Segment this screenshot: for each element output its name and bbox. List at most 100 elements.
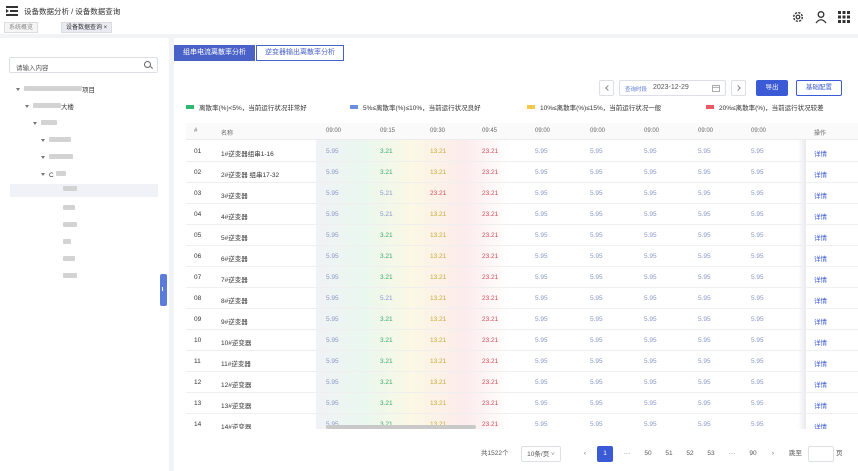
tree-node-level3a[interactable] <box>41 135 71 148</box>
detail-link[interactable]: 详情 <box>814 337 827 347</box>
tree-leaf[interactable] <box>63 254 75 267</box>
detail-link[interactable]: 详情 <box>814 358 827 368</box>
alarm-warning-button[interactable]: 预警 (0) <box>623 9 672 24</box>
tree-node-project[interactable]: 项目 <box>16 84 95 97</box>
search-icon[interactable] <box>144 61 151 68</box>
next-date-button[interactable] <box>731 80 746 96</box>
dispersion-value: 23.21 <box>482 148 499 155</box>
detail-link[interactable]: 详情 <box>814 379 827 389</box>
table-row: 12 12#逆变器 5.95 3.21 13.21 23.21 5.95 5.95 5.95 5.… <box>186 372 858 393</box>
dispersion-value: 5.95 <box>698 169 711 176</box>
tree-node-level3b[interactable] <box>41 152 73 165</box>
dispersion-value: 5.95 <box>590 253 603 260</box>
top-bar: 设备数据分析 / 设备数据查询 系统概览 设备数据查询 × 事故 (0) 报警 … <box>0 0 858 34</box>
tree-node-selected[interactable] <box>10 184 158 197</box>
dispersion-value: 5.95 <box>751 295 764 302</box>
detail-link[interactable]: 详情 <box>814 421 827 429</box>
page-53-button[interactable]: 53 <box>702 446 720 462</box>
device-name: 12#逆变器 <box>221 382 252 389</box>
next-page-button[interactable]: › <box>766 446 780 462</box>
sidebar-collapse-handle[interactable] <box>160 274 167 306</box>
dispersion-value: 13.21 <box>430 253 447 260</box>
device-name: 13#逆变器 <box>221 403 252 410</box>
page-size-select[interactable]: 10条/页 ˅ <box>521 446 561 462</box>
dispersion-value: 5.95 <box>326 169 339 176</box>
page-ellipsis[interactable]: ··· <box>618 446 636 462</box>
dispersion-value: 5.95 <box>590 148 603 155</box>
dispersion-value: 23.21 <box>482 400 499 407</box>
row-index: 05 <box>194 232 202 239</box>
row-index: 13 <box>194 400 202 407</box>
tab-inverter-output-dispersion[interactable]: 逆变器输出离散率分析 <box>256 45 344 61</box>
prev-date-button[interactable] <box>599 80 614 96</box>
dispersion-value: 5.95 <box>535 358 548 365</box>
page-51-button[interactable]: 51 <box>660 446 678 462</box>
row-index: 01 <box>194 148 202 155</box>
row-index: 10 <box>194 337 202 344</box>
dispersion-value: 23.21 <box>430 190 447 197</box>
tree-leaf[interactable] <box>63 220 77 233</box>
dispersion-value: 23.21 <box>482 274 499 281</box>
prev-page-button[interactable]: ‹ <box>578 446 592 462</box>
column-header: 09:00 <box>698 128 714 134</box>
grid-apps-icon[interactable] <box>837 10 851 24</box>
breadcrumb: 设备数据分析 / 设备数据查询 <box>24 7 121 16</box>
dispersion-value: 23.21 <box>482 169 499 176</box>
tree-leaf[interactable] <box>63 203 75 216</box>
user-icon[interactable] <box>814 10 828 24</box>
dispersion-value: 3.21 <box>380 316 393 323</box>
detail-link[interactable]: 详情 <box>814 148 827 158</box>
horizontal-scrollbar[interactable] <box>326 425 476 429</box>
detail-link[interactable]: 详情 <box>814 211 827 221</box>
dispersion-value: 5.95 <box>698 274 711 281</box>
dispersion-value: 5.95 <box>698 337 711 344</box>
dispersion-value: 5.21 <box>380 295 393 302</box>
tree-node-building[interactable]: 大楼 <box>25 101 74 114</box>
tab-system-overview[interactable]: 系统概览 <box>4 22 39 33</box>
export-button[interactable]: 导出 <box>756 80 788 96</box>
column-header: 09:30 <box>430 128 446 134</box>
detail-link[interactable]: 详情 <box>814 400 827 410</box>
detail-link[interactable]: 详情 <box>814 253 827 263</box>
page-50-button[interactable]: 50 <box>639 446 657 462</box>
column-header: 09:45 <box>482 128 498 134</box>
bell-icon <box>631 13 636 19</box>
tab-device-data-query[interactable]: 设备数据查询 × <box>61 22 113 33</box>
dispersion-value: 5.95 <box>326 337 339 344</box>
alarm-other-button[interactable]: 其他 (0) <box>735 9 784 24</box>
tab-string-current-dispersion[interactable]: 组串电流离散率分析 <box>174 45 255 61</box>
column-header: # <box>194 128 198 134</box>
tree-leaf[interactable] <box>63 237 71 250</box>
dispersion-value: 5.95 <box>644 274 657 281</box>
detail-link[interactable]: 详情 <box>814 169 827 179</box>
dispersion-value: 5.95 <box>590 169 603 176</box>
page-90-button[interactable]: 90 <box>744 446 762 462</box>
dispersion-value: 5.95 <box>751 169 764 176</box>
search-input[interactable]: 请输入内容 <box>9 57 158 73</box>
basic-config-button[interactable]: 基础配置 <box>796 80 842 96</box>
dispersion-value: 5.95 <box>535 253 548 260</box>
alarm-accident-button[interactable]: 事故 (0) <box>511 9 560 24</box>
gear-icon[interactable] <box>791 10 805 24</box>
detail-link[interactable]: 详情 <box>814 274 827 284</box>
jump-page-input[interactable] <box>808 446 834 462</box>
page-52-button[interactable]: 52 <box>681 446 699 462</box>
row-index: 12 <box>194 379 202 386</box>
date-picker[interactable]: 查询时段 2023-12-29 <box>619 80 726 96</box>
detail-link[interactable]: 详情 <box>814 190 827 200</box>
alarm-normal-button[interactable]: 一般 (0) <box>679 9 728 24</box>
tree-leaf[interactable] <box>63 271 77 284</box>
dispersion-value: 13.21 <box>430 316 447 323</box>
device-name: 14#逆变器 <box>221 424 252 429</box>
tree-node-c[interactable]: C <box>41 169 66 182</box>
page-1-button[interactable]: 1 <box>597 446 613 462</box>
detail-link[interactable]: 详情 <box>814 316 827 326</box>
detail-link[interactable]: 详情 <box>814 232 827 242</box>
tree-node-level2[interactable] <box>33 118 57 131</box>
page-ellipsis[interactable]: ··· <box>723 446 741 462</box>
detail-link[interactable]: 详情 <box>814 295 827 305</box>
menu-toggle-icon[interactable] <box>6 6 18 16</box>
table-row: 1414#逆变器5.953.2113.2123.215.955.955.955.… <box>186 414 858 429</box>
alarm-alarm-button[interactable]: 报警 (0) <box>567 9 616 24</box>
dispersion-value: 5.95 <box>326 295 339 302</box>
